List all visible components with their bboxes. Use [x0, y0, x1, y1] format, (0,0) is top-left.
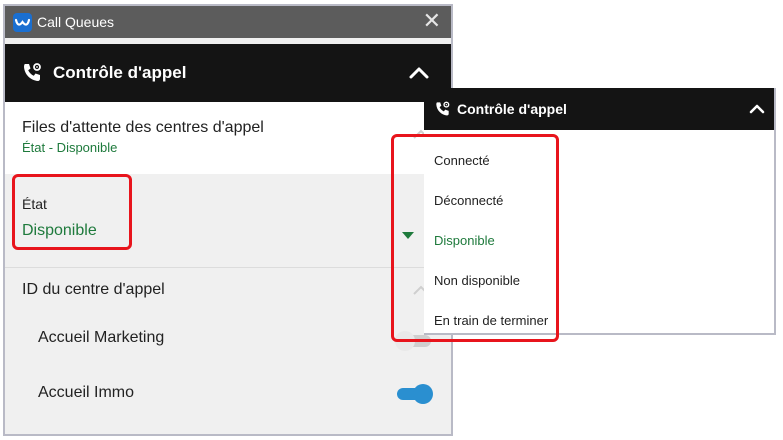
webex-logo-icon [13, 13, 32, 32]
dropdown-header[interactable]: Contrôle d'appel [424, 88, 774, 130]
chevron-up-icon[interactable] [407, 61, 431, 85]
close-icon[interactable]: ✕ [423, 9, 441, 33]
phone-settings-icon [436, 101, 450, 116]
toggle-knob [413, 384, 433, 404]
call-centre-name: Accueil Marketing [38, 329, 165, 346]
state-option-available[interactable]: Disponible [434, 233, 495, 248]
state-select[interactable]: État Disponible [5, 174, 451, 268]
window-title: Call Queues [37, 14, 115, 30]
state-option-disconnected[interactable]: Déconnecté [434, 193, 503, 208]
call-centre-name: Accueil Immo [38, 384, 135, 401]
call-centre-toggle[interactable] [397, 384, 433, 404]
call-queues-status: État - Disponible [22, 140, 118, 155]
call-queues-summary[interactable]: Files d'attente des centres d'appel État… [5, 102, 451, 174]
title-bar: Call Queues ✕ [5, 6, 451, 38]
toggle-knob [395, 331, 415, 351]
call-control-header[interactable]: Contrôle d'appel [5, 44, 451, 102]
dropdown-title: Contrôle d'appel [457, 101, 567, 117]
call-centre-toggle[interactable] [395, 331, 431, 351]
phone-settings-icon [24, 63, 41, 81]
call-queues-window: Call Queues ✕ Contrôle d'appel Files d'a… [3, 4, 453, 436]
call-queues-title: Files d'attente des centres d'appel [22, 119, 264, 136]
call-control-title: Contrôle d'appel [53, 63, 187, 82]
state-value: Disponible [22, 222, 97, 239]
call-centre-id-label: ID du centre d'appel [22, 281, 165, 298]
state-option-unavailable[interactable]: Non disponible [434, 273, 520, 288]
chevron-up-icon[interactable] [748, 100, 766, 118]
caret-down-icon[interactable] [402, 232, 414, 239]
state-option-connected[interactable]: Connecté [434, 153, 490, 168]
state-option-wrap-up[interactable]: En train de terminer [434, 313, 548, 328]
call-control-dropdown-panel: Contrôle d'appel Connecté Déconnecté Dis… [424, 88, 776, 335]
state-label: État [22, 196, 47, 212]
